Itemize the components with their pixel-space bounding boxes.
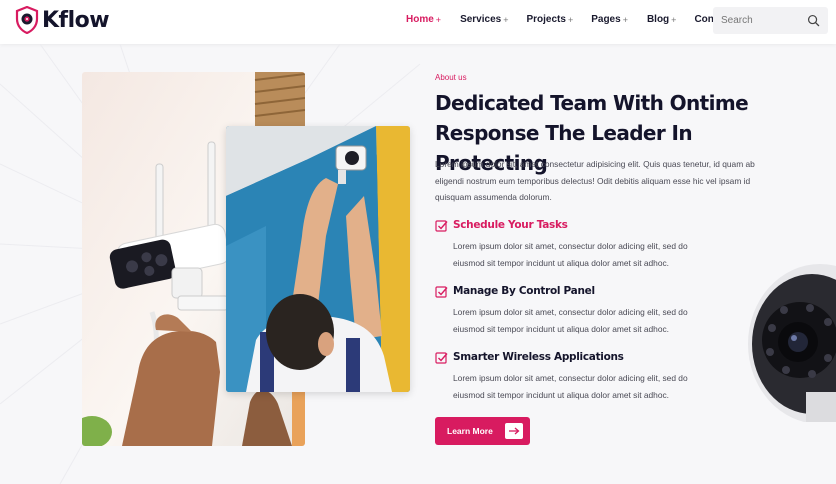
technician-image [226, 126, 410, 392]
feature-description: Lorem ipsum dolor sit amet, consectur do… [453, 373, 688, 400]
nav-plus-icon: + [622, 14, 628, 25]
nav-label: Pages [591, 14, 621, 25]
search-input[interactable] [721, 7, 805, 34]
nav-plus-icon: + [435, 14, 442, 25]
nav-item-home[interactable]: Home + [406, 14, 441, 25]
feature-description: Lorem ipsum dolor sit amet, consectur do… [453, 241, 688, 268]
nav-label: Services [460, 14, 502, 25]
nav-label: Home [406, 14, 434, 25]
feature-title[interactable]: Schedule Your Tasks [453, 219, 568, 231]
checkbox-icon [435, 286, 448, 298]
nav-plus-icon: + [503, 14, 509, 25]
title-line-1: Dedicated Team With Ontime [435, 91, 749, 115]
learn-more-button[interactable]: Learn More [435, 417, 530, 445]
main-nav: Home+ Services+ Projects+ Pages+ Blog+ C… [406, 14, 732, 25]
shield-camera-logo-icon [15, 6, 39, 34]
checkbox-icon [435, 352, 448, 364]
brand-name: Kflow [42, 7, 110, 33]
section-eyebrow: About us [435, 73, 467, 82]
arrow-right-icon [505, 423, 523, 439]
site-header: Kflow Home + Services + Projects + Pages + B… [0, 0, 836, 44]
technician-illustration [226, 126, 410, 392]
search-box [713, 7, 828, 34]
dome-camera-image [740, 262, 836, 422]
search-icon[interactable] [807, 14, 820, 27]
nav-item-pages[interactable]: Pages + [591, 14, 628, 25]
feature-title[interactable]: Smarter Wireless Applications [453, 351, 624, 363]
logo[interactable]: Kflow [15, 6, 110, 34]
nav-label: Blog [646, 14, 670, 25]
nav-item-projects[interactable]: Projects + [526, 14, 573, 25]
nav-item-services[interactable]: Services + [460, 14, 508, 25]
nav-label: Projects [526, 14, 566, 25]
nav-plus-icon: + [671, 14, 677, 25]
feature-title[interactable]: Manage By Control Panel [453, 285, 595, 297]
nav-plus-icon: + [567, 14, 574, 25]
checkbox-icon [435, 220, 448, 232]
dome-camera-illustration [748, 264, 836, 422]
feature-description: Lorem ipsum dolor sit amet, consectur do… [453, 307, 688, 334]
nav-item-blog[interactable]: Blog + [647, 14, 676, 25]
section-intro: Lorem ipsum dolor sit, amet consectetur … [435, 159, 755, 202]
learn-more-label: Learn More [447, 426, 493, 436]
